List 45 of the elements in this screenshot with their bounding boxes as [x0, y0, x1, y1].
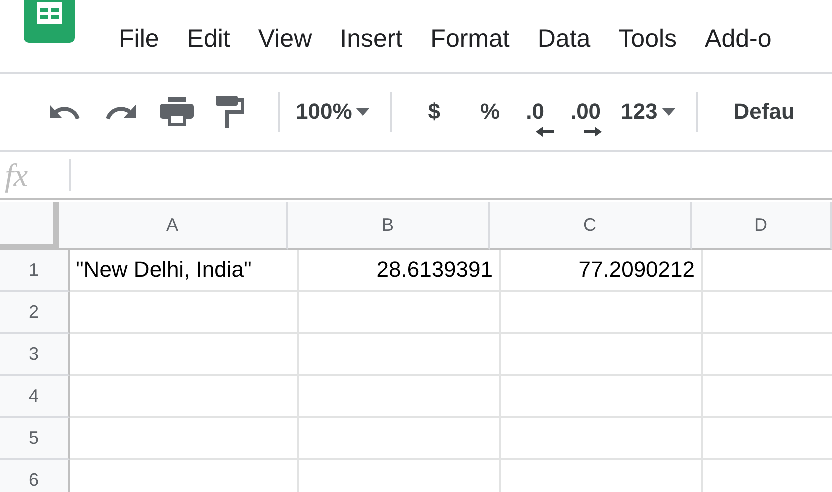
empty-cell[interactable] — [501, 376, 703, 418]
table-cell[interactable]: "New Delhi, India" — [70, 250, 299, 292]
select-all-corner[interactable] — [0, 202, 59, 250]
caret-icon — [662, 108, 676, 116]
left-arrow-icon — [536, 127, 554, 137]
dropdown[interactable]: 100% — [296, 99, 370, 125]
empty-cell[interactable] — [299, 334, 501, 376]
row-header[interactable]: 4 — [0, 376, 70, 418]
sheets-logo-icon[interactable] — [24, 0, 75, 43]
toolbar-button[interactable]: $ — [428, 99, 441, 125]
row-header[interactable]: 6 — [0, 460, 70, 492]
empty-cell[interactable] — [299, 376, 501, 418]
menu-item[interactable]: Data — [538, 25, 591, 55]
row-header[interactable]: 1 — [0, 250, 70, 292]
toolbar-button[interactable]: % — [480, 99, 500, 125]
empty-cell[interactable] — [501, 418, 703, 460]
empty-cell[interactable] — [299, 418, 501, 460]
menu-item[interactable]: Edit — [187, 25, 230, 55]
table-cell[interactable]: 28.6139391 — [299, 250, 501, 292]
row-header[interactable]: 2 — [0, 292, 70, 334]
column-header[interactable]: C — [490, 202, 692, 250]
menu-item[interactable]: Insert — [340, 25, 403, 55]
menu-item[interactable]: View — [258, 25, 312, 55]
table-cell[interactable]: 77.2090212 — [501, 250, 703, 292]
column-header[interactable]: D — [692, 202, 832, 250]
row-header[interactable]: 5 — [0, 418, 70, 460]
empty-cell[interactable] — [501, 334, 703, 376]
empty-cell[interactable] — [299, 292, 501, 334]
print-icon[interactable] — [160, 97, 194, 127]
increase-decimal-button[interactable]: .00 — [570, 99, 610, 137]
dropdown[interactable]: 123 — [621, 99, 676, 125]
menu-item[interactable]: Add-o — [705, 25, 772, 55]
toolbar-button[interactable]: Defau — [734, 99, 795, 125]
menu-item[interactable]: File — [119, 25, 160, 55]
formula-label: fx — [5, 156, 30, 194]
empty-cell[interactable] — [501, 292, 703, 334]
right-arrow-icon — [584, 127, 602, 137]
row-header[interactable]: 3 — [0, 334, 70, 376]
column-header[interactable]: A — [59, 202, 288, 250]
column-header[interactable]: B — [288, 202, 490, 250]
menu-item[interactable]: Tools — [618, 25, 678, 55]
decrease-decimal-button[interactable]: .0 — [526, 99, 552, 137]
menu-item[interactable]: Format — [430, 25, 510, 55]
caret-icon — [356, 108, 370, 116]
paint-roller-icon[interactable] — [216, 96, 244, 128]
